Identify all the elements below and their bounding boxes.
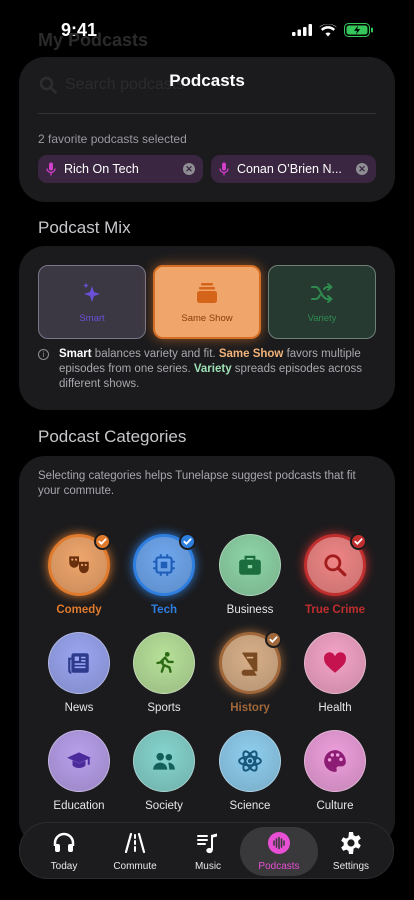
close-icon[interactable]: ✕: [356, 163, 368, 175]
category-circle: [48, 730, 110, 792]
mix-option-smart[interactable]: Smart: [38, 265, 146, 339]
category-circle: [48, 632, 110, 694]
tab-podcasts[interactable]: Podcasts: [240, 827, 318, 876]
atom-icon: [238, 750, 262, 772]
categories-panel: Selecting categories helps Tunelapse sug…: [19, 456, 395, 846]
category-label: True Crime: [304, 604, 366, 616]
magnifier-icon: [324, 554, 347, 577]
chip-icon: [153, 554, 175, 576]
podcast-chip[interactable]: Conan O’Brien N... ✕: [211, 155, 376, 183]
waveform-icon: [268, 832, 290, 854]
category-label: Education: [53, 800, 105, 812]
stack-icon: [197, 282, 217, 303]
mix-option-label: Smart: [79, 312, 105, 324]
category-circle: [304, 730, 366, 792]
podcast-chip-label: Rich On Tech: [64, 162, 139, 176]
close-icon[interactable]: ✕: [183, 163, 195, 175]
category-label: Health: [318, 702, 352, 714]
category-label: News: [64, 702, 94, 714]
mix-info: i Smart balances variety and fit. Same S…: [38, 347, 378, 392]
category-label: Tech: [151, 604, 177, 616]
category-health[interactable]: Health: [292, 632, 378, 714]
category-circle: [133, 730, 195, 792]
music-note-icon: [197, 833, 217, 854]
categories-description: Selecting categories helps Tunelapse sug…: [38, 470, 356, 497]
category-history[interactable]: History: [207, 631, 293, 714]
battery-charging-icon: [344, 23, 373, 37]
briefcase-icon: [239, 555, 261, 575]
shuffle-icon: [311, 282, 333, 303]
newspaper-icon: [68, 653, 89, 674]
checkmark-icon: [265, 631, 282, 648]
selection-panel: Search podcasts Podcasts 2 favorite podc…: [19, 57, 395, 202]
info-icon: i: [38, 349, 49, 360]
category-label: Comedy: [56, 604, 102, 616]
mix-option-same-show[interactable]: Same Show: [153, 265, 261, 339]
category-circle: [219, 534, 281, 596]
category-true-crime[interactable]: True Crime: [292, 533, 378, 616]
category-sports[interactable]: Sports: [121, 632, 207, 714]
category-label: Culture: [316, 800, 354, 812]
category-label: Business: [226, 604, 274, 616]
tab-bar: Today Commute Music Podcasts Settings: [19, 822, 394, 879]
category-comedy[interactable]: Comedy: [36, 533, 122, 616]
runner-icon: [156, 651, 174, 673]
category-circle: [219, 730, 281, 792]
category-business[interactable]: Business: [207, 534, 293, 616]
sparkles-icon: [83, 282, 100, 302]
tab-today[interactable]: Today: [25, 823, 103, 880]
checkmark-icon: [350, 533, 367, 550]
category-circle: [133, 632, 195, 694]
palette-icon: [324, 750, 346, 772]
category-tech[interactable]: Tech: [121, 533, 207, 616]
podcast-chip[interactable]: Rich On Tech ✕: [38, 155, 203, 183]
signal-icon: [292, 24, 312, 36]
book-icon: [241, 652, 258, 676]
microphone-icon: [219, 162, 229, 176]
category-circle: [133, 533, 196, 596]
category-circle: [304, 533, 367, 596]
selection-count: 2 favorite podcasts selected: [38, 132, 187, 146]
category-circle: [304, 632, 366, 694]
background-title: My Podcasts: [38, 30, 149, 50]
theater-masks-icon: [69, 556, 89, 574]
road-icon: [124, 832, 146, 854]
tab-music[interactable]: Music: [169, 823, 247, 880]
category-label: History: [230, 702, 270, 714]
mix-option-variety[interactable]: Variety: [268, 265, 376, 339]
category-education[interactable]: Education: [36, 730, 122, 812]
checkmark-icon: [179, 533, 196, 550]
microphone-icon: [46, 162, 56, 176]
wifi-icon: [319, 23, 337, 36]
category-label: Society: [145, 800, 183, 812]
category-science[interactable]: Science: [207, 730, 293, 812]
category-news[interactable]: News: [36, 632, 122, 714]
podcast-chip-label: Conan O’Brien N...: [237, 162, 342, 176]
mix-panel: Smart Same Show Variety i Smart balances…: [19, 246, 395, 410]
category-society[interactable]: Society: [121, 730, 207, 812]
tab-settings[interactable]: Settings: [312, 823, 390, 880]
mix-option-label: Variety: [307, 312, 337, 324]
category-circle: [48, 533, 111, 596]
tab-commute[interactable]: Commute: [96, 823, 174, 880]
headphones-icon: [53, 832, 75, 852]
graduation-cap-icon: [67, 752, 91, 769]
section-heading-categories: Podcast Categories: [38, 427, 187, 446]
heart-icon: [323, 652, 347, 673]
category-label: Sports: [147, 702, 181, 714]
category-culture[interactable]: Culture: [292, 730, 378, 812]
category-circle: [219, 631, 282, 694]
divider: [38, 113, 376, 114]
mix-option-label: Same Show: [181, 312, 233, 324]
category-label: Science: [229, 800, 271, 812]
gear-icon: [341, 832, 361, 854]
page-title: Podcasts: [169, 71, 245, 90]
section-heading-mix: Podcast Mix: [38, 218, 131, 237]
checkmark-icon: [94, 533, 111, 550]
people-icon: [153, 752, 175, 770]
